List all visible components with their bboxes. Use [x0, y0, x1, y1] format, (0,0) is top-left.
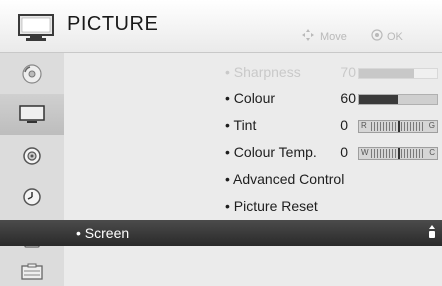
tint-left-letter: R [361, 121, 367, 130]
tint-value: 0 [340, 117, 348, 133]
colour-label: • Colour [225, 90, 276, 106]
category-sidebar [0, 53, 64, 286]
tint-balance-bar: R G [358, 120, 438, 133]
settings-list: • Sharpness 70 • Colour 60 • Tint 0 R G [0, 53, 442, 286]
colour-temp-value: 0 [340, 144, 348, 160]
sidebar-item-input[interactable] [0, 53, 64, 94]
menu-item-tint[interactable]: • Tint 0 R G [64, 112, 442, 138]
menu-item-colour[interactable]: • Colour 60 [64, 85, 442, 111]
sidebar-item-option[interactable] [0, 258, 64, 286]
tv-icon [18, 14, 54, 41]
colour-temp-label: • Colour Temp. [225, 144, 317, 160]
menu-item-colour-temp[interactable]: • Colour Temp. 0 W C [64, 139, 442, 165]
colour-temp-right-letter: C [429, 148, 435, 157]
tint-right-letter: G [428, 121, 435, 130]
clock-icon [23, 187, 41, 206]
sidebar-item-picture[interactable] [0, 94, 64, 135]
option-icon [21, 263, 43, 280]
menu-item-screen[interactable]: • Screen [0, 220, 442, 246]
colour-temp-left-letter: W [361, 148, 369, 157]
sharpness-bar [358, 68, 438, 79]
advanced-control-label: • Advanced Control [225, 171, 345, 187]
sharpness-bar-fill [359, 69, 414, 78]
page-title: PICTURE [67, 13, 159, 35]
colour-value: 60 [340, 90, 356, 106]
disc-icon [22, 63, 42, 84]
menu-item-sharpness[interactable]: • Sharpness 70 [64, 59, 442, 85]
menu-item-picture-reset[interactable]: • Picture Reset [64, 193, 442, 219]
scroll-arrows-icon [429, 225, 435, 238]
sidebar-item-time[interactable] [0, 176, 64, 217]
navigation-arrows-icon [302, 29, 314, 41]
hint-ok-label: OK [387, 31, 403, 43]
picture-reset-label: • Picture Reset [225, 198, 318, 214]
picture-menu: PICTURE Move OK • Sharpness 70 • Colour … [0, 0, 442, 286]
menu-header: PICTURE Move OK [0, 0, 442, 53]
sharpness-label: • Sharpness [225, 64, 301, 80]
colour-temp-balance-bar: W C [358, 147, 438, 160]
sharpness-value: 70 [340, 64, 356, 80]
tint-label: • Tint [225, 117, 257, 133]
colour-bar [358, 94, 438, 105]
speaker-icon [23, 146, 41, 165]
colour-temp-center-marker [398, 148, 400, 159]
tv-icon [19, 104, 45, 123]
screen-label: • Screen [76, 225, 130, 241]
ok-button-icon [371, 29, 383, 41]
hint-move-label: Move [320, 31, 347, 43]
sidebar-item-audio[interactable] [0, 135, 64, 176]
menu-item-advanced-control[interactable]: • Advanced Control [64, 166, 442, 192]
tint-center-marker [398, 121, 400, 132]
colour-bar-fill [359, 95, 398, 104]
